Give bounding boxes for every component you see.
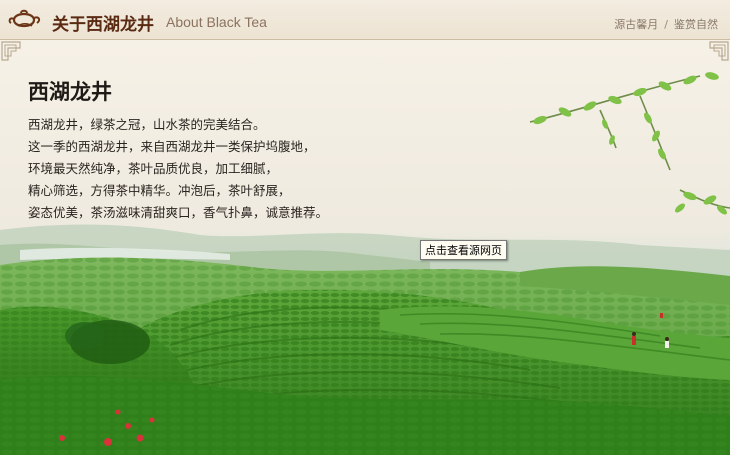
page-title-en: About Black Tea bbox=[166, 14, 267, 30]
article-line: 姿态优美，茶汤滋味清甜爽口，香气扑鼻，诚意推荐。 bbox=[28, 205, 329, 220]
article-heading: 西湖龙井 bbox=[28, 80, 112, 104]
corner-ornament-right bbox=[709, 41, 729, 61]
page-title-cn: 关于西湖龙井 bbox=[52, 15, 154, 35]
article: 西湖龙井 西湖龙井，绿茶之冠，山水茶的完美结合。 这一季的西湖龙井，来自西湖龙井… bbox=[28, 76, 328, 224]
view-source-link[interactable]: 点击查看源网页 bbox=[420, 240, 507, 260]
teapot-icon bbox=[8, 9, 41, 28]
nav-separator: / bbox=[664, 18, 668, 31]
article-line: 这一季的西湖龙井，来自西湖龙井一类保护坞腹地， bbox=[28, 139, 316, 154]
header-bar: 关于西湖龙井 About Black Tea 源古馨月 / 鉴赏自然 bbox=[0, 0, 730, 40]
article-line: 环境最天然纯净，茶叶品质优良，加工细腻， bbox=[28, 161, 279, 176]
article-line: 精心筛选，方得茶中精华。冲泡后，茶叶舒展， bbox=[28, 183, 291, 198]
nav-link-jianshang[interactable]: 鉴赏自然 bbox=[674, 18, 718, 31]
article-line: 西湖龙井，绿茶之冠，山水茶的完美结合。 bbox=[28, 117, 266, 132]
corner-ornament-left bbox=[1, 41, 21, 61]
nav-link-yuangu[interactable]: 源古馨月 bbox=[614, 18, 658, 31]
top-nav: 源古馨月 / 鉴赏自然 bbox=[614, 16, 718, 32]
